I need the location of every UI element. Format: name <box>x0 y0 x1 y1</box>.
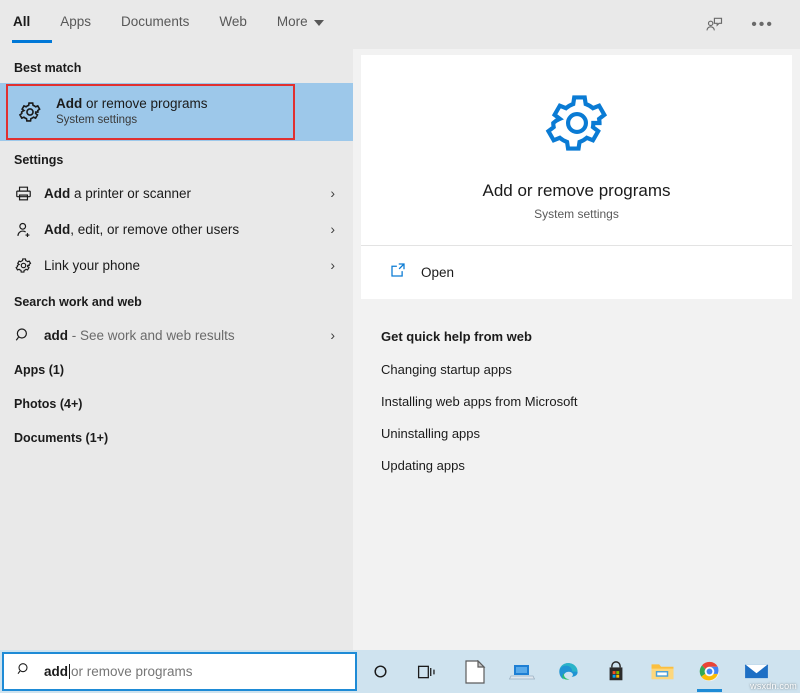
taskbar-icons <box>357 650 780 693</box>
help-link-installing-web-apps[interactable]: Installing web apps from Microsoft <box>381 394 578 409</box>
label-bold: Add <box>44 185 71 201</box>
edge-icon[interactable] <box>545 650 592 693</box>
settings-item-add-users-label: Add, edit, or remove other users <box>44 222 330 237</box>
open-action-label: Open <box>421 265 455 280</box>
tab-all[interactable]: All <box>11 12 53 43</box>
chevron-right-icon: › <box>330 327 335 343</box>
label-rest: , edit, or remove other users <box>70 221 240 237</box>
quick-help-heading: Get quick help from web <box>381 329 532 344</box>
search-filter-tabs: All Apps Documents Web More <box>0 0 353 49</box>
label-bold: add <box>44 327 69 343</box>
settings-item-add-printer-label: Add a printer or scanner <box>44 186 330 201</box>
chevron-right-icon: › <box>330 221 335 237</box>
document-icon[interactable] <box>451 650 498 693</box>
tab-documents-label: Documents <box>121 14 190 29</box>
label-bold: Add <box>44 221 71 237</box>
category-photos[interactable]: Photos (4+) <box>0 387 353 421</box>
more-options-icon[interactable]: ••• <box>751 16 774 33</box>
settings-item-add-printer[interactable]: Add a printer or scanner › <box>0 175 353 211</box>
tab-apps[interactable]: Apps <box>60 12 91 29</box>
taskbar: add or remove programs wsxdn.com <box>0 650 800 693</box>
best-match-container: Add or remove programs System settings <box>0 83 353 141</box>
label-rest: - See work and web results <box>68 327 235 343</box>
label-rest: Link your phone <box>44 257 141 273</box>
flyout-top-actions: ••• <box>353 0 800 49</box>
web-search-result[interactable]: add - See work and web results › <box>0 317 353 353</box>
tab-apps-label: Apps <box>60 14 92 29</box>
watermark: wsxdn.com <box>750 681 797 691</box>
best-match-title: Add or remove programs <box>56 95 208 113</box>
chevron-down-icon <box>313 19 324 26</box>
search-suggestion-suffix: or remove programs <box>71 664 193 679</box>
windows-search-screen: All Apps Documents Web More Best match A… <box>0 0 800 693</box>
remote-desktop-icon[interactable] <box>498 650 545 693</box>
open-external-icon <box>389 261 407 284</box>
search-input[interactable]: add or remove programs <box>2 652 357 691</box>
preview-title: Add or remove programs <box>482 180 671 200</box>
file-explorer-icon[interactable] <box>639 650 686 693</box>
search-typed-value: add <box>44 664 69 679</box>
chevron-right-icon: › <box>330 185 335 201</box>
preview-panel: ••• Add or remove programs System settin… <box>353 0 800 650</box>
help-link-updating-apps[interactable]: Updating apps <box>381 458 465 473</box>
help-link-changing-startup-apps[interactable]: Changing startup apps <box>381 362 512 377</box>
tab-documents[interactable]: Documents <box>121 12 189 29</box>
settings-item-link-phone-label: Link your phone <box>44 258 330 273</box>
gear-icon <box>14 256 44 275</box>
search-icon <box>16 661 32 682</box>
tab-web-label: Web <box>219 14 247 29</box>
microsoft-store-icon[interactable] <box>592 650 639 693</box>
preview-subtitle: System settings <box>534 206 619 221</box>
category-documents[interactable]: Documents (1+) <box>0 421 353 455</box>
tab-more[interactable]: More <box>277 12 324 29</box>
best-match-subtitle: System settings <box>56 114 138 127</box>
search-icon <box>14 326 44 344</box>
best-match-heading: Best match <box>14 61 82 75</box>
help-link-uninstalling-apps[interactable]: Uninstalling apps <box>381 426 480 441</box>
add-user-icon <box>14 220 44 239</box>
settings-heading: Settings <box>14 153 64 167</box>
best-match-text: Add or remove programs System settings <box>56 95 208 129</box>
printer-icon <box>14 184 44 203</box>
web-search-result-label: add - See work and web results <box>44 328 330 343</box>
settings-item-add-users[interactable]: Add, edit, or remove other users › <box>0 211 353 247</box>
tab-more-label: More <box>276 14 308 29</box>
label-rest: a printer or scanner <box>70 185 192 201</box>
search-input-text: add or remove programs <box>44 664 193 679</box>
search-flyout: All Apps Documents Web More Best match A… <box>0 0 800 650</box>
gear-icon <box>14 99 46 125</box>
search-web-heading: Search work and web <box>14 295 142 309</box>
gear-icon <box>540 86 614 165</box>
category-apps[interactable]: Apps (1) <box>0 353 353 387</box>
tab-web[interactable]: Web <box>219 12 247 29</box>
best-match-title-bold: Add <box>56 96 83 112</box>
tab-all-label: All <box>13 14 31 29</box>
chrome-icon[interactable] <box>686 650 733 693</box>
best-match-title-rest: or remove programs <box>82 96 208 112</box>
open-action-button[interactable]: Open <box>361 245 792 299</box>
settings-item-link-phone[interactable]: Link your phone › <box>0 247 353 283</box>
text-cursor <box>69 664 71 679</box>
search-results-panel: All Apps Documents Web More Best match A… <box>0 0 353 650</box>
feedback-person-icon[interactable] <box>703 15 725 35</box>
best-match-result[interactable]: Add or remove programs System settings <box>0 83 353 141</box>
chevron-right-icon: › <box>330 257 335 273</box>
task-view-icon[interactable] <box>404 650 451 693</box>
quick-help-section: Get quick help from web Changing startup… <box>353 299 800 473</box>
cortana-icon[interactable] <box>357 650 404 693</box>
preview-card: Add or remove programs System settings <box>361 55 792 245</box>
